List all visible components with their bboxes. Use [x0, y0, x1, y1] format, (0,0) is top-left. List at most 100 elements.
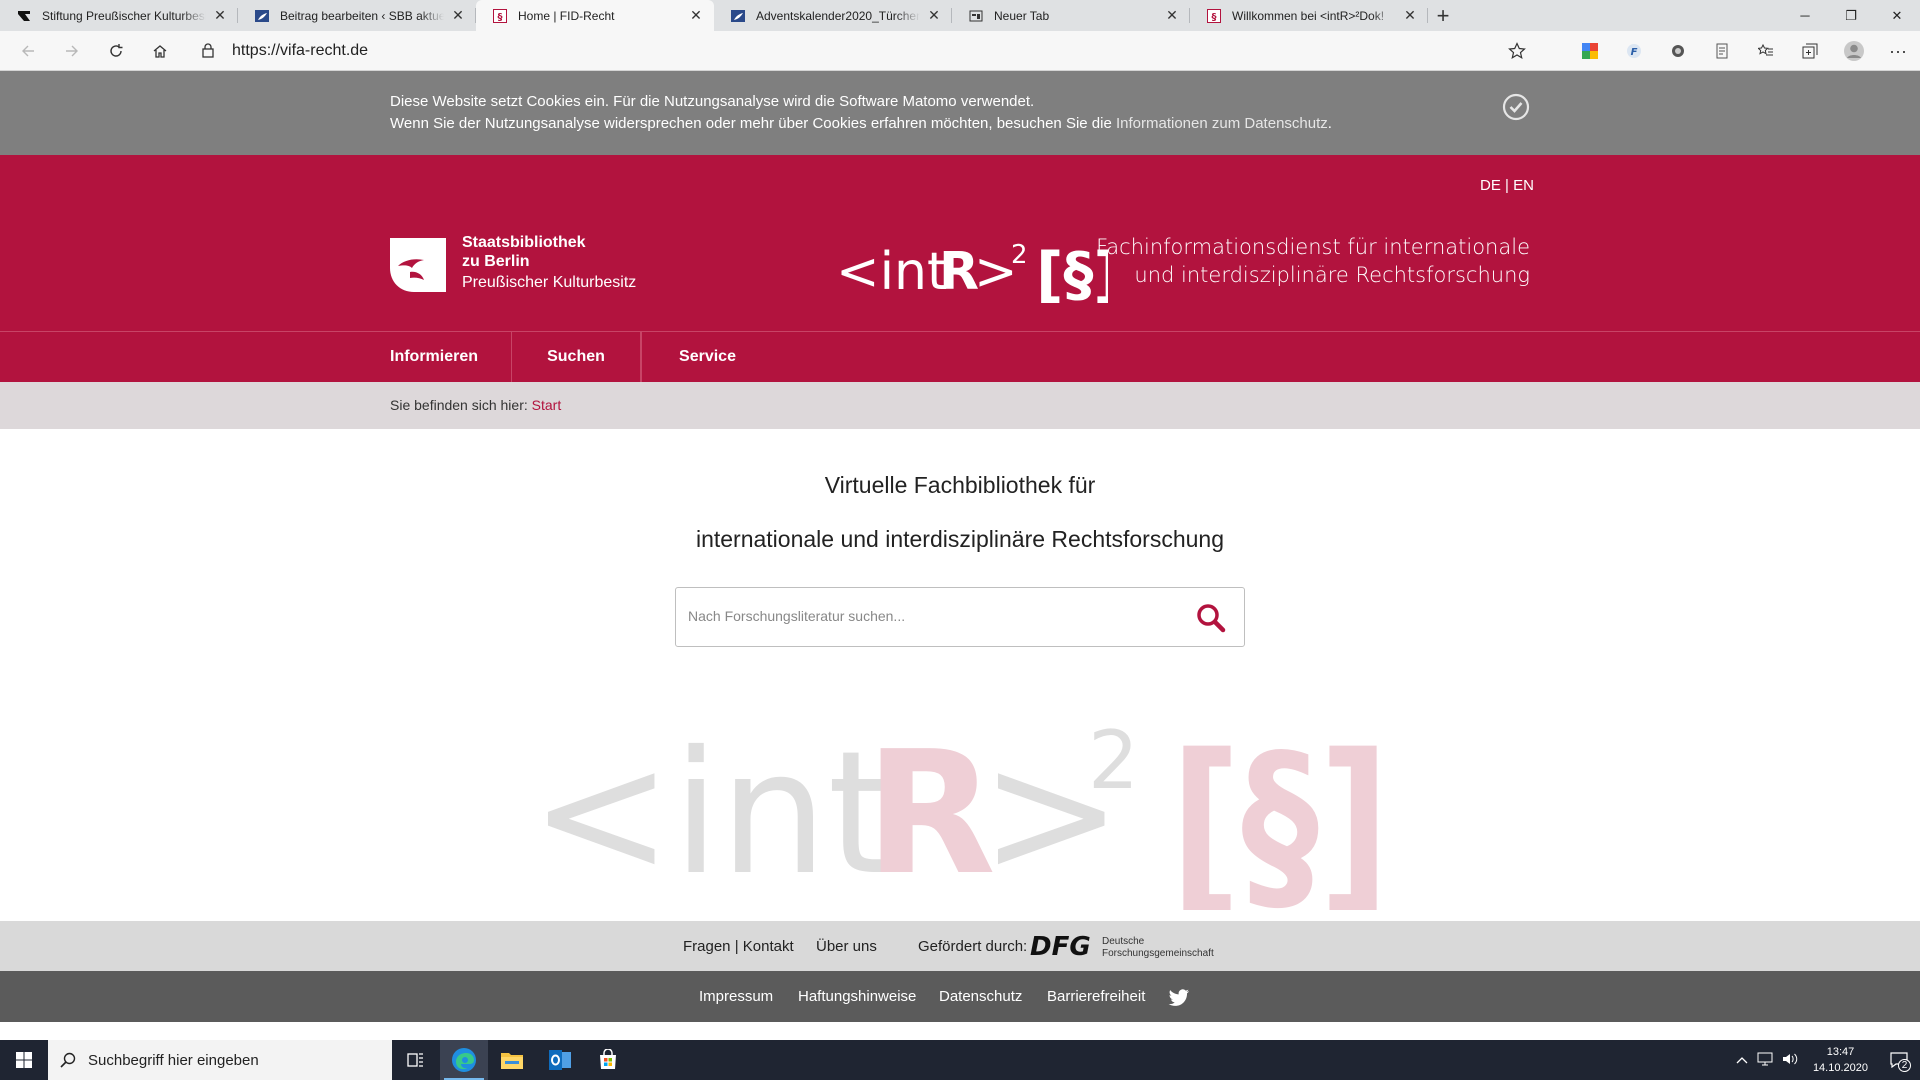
search-placeholder: Nach Forschungsliteratur suchen... [688, 608, 906, 624]
funded-label: Gefördert durch: [918, 938, 1028, 955]
twitter-icon[interactable] [1168, 989, 1190, 1007]
network-icon[interactable] [1753, 1052, 1777, 1069]
volume-icon[interactable] [1777, 1052, 1803, 1069]
newtab-favicon-icon [968, 8, 984, 24]
tab-title: Adventskalender2020_Türchen17 [756, 8, 920, 23]
url-field[interactable]: https://vifa-recht.de [232, 31, 368, 71]
close-tab-icon[interactable]: ✕ [1402, 7, 1418, 24]
close-window-icon[interactable]: ✕ [1874, 0, 1920, 31]
collections-icon[interactable] [1788, 31, 1832, 71]
tab-title: Beitrag bearbeiten ‹ SBB aktuell – WordP… [280, 8, 444, 23]
menu-item-service[interactable]: Service [641, 332, 773, 382]
browser-tab[interactable]: Stiftung Preußischer Kulturbesitz ✕ [0, 0, 238, 31]
extension-circle-icon[interactable] [1656, 31, 1700, 71]
svg-text:2: 2 [1088, 714, 1139, 807]
about-link[interactable]: Über uns [816, 938, 877, 955]
privacy-link[interactable]: Datenschutz [939, 988, 1022, 1005]
browser-tab[interactable]: Beitrag bearbeiten ‹ SBB aktuell – WordP… [238, 0, 476, 31]
impressum-link[interactable]: Impressum [699, 988, 773, 1005]
accessibility-link[interactable]: Barrierefreiheit [1047, 988, 1145, 1005]
sbb-favicon-icon [730, 8, 746, 24]
menu-item-informieren[interactable]: Informieren [390, 332, 512, 382]
browser-tab[interactable]: Neuer Tab ✕ [952, 0, 1190, 31]
windows-start-icon[interactable] [0, 1040, 48, 1080]
new-tab-button[interactable]: + [1428, 0, 1458, 31]
svg-text:F: F [1631, 47, 1638, 58]
file-explorer-icon[interactable] [488, 1040, 536, 1080]
tab-title: Willkommen bei <intR>²Dok! [1232, 8, 1385, 23]
page-title-line2: internationale und interdisziplinäre Rec… [695, 526, 1225, 552]
restore-icon[interactable]: ❐ [1828, 0, 1874, 31]
show-hidden-icons-icon[interactable] [1731, 1053, 1753, 1067]
breadcrumb: Sie befinden sich hier: Start [0, 382, 1920, 429]
reading-view-icon[interactable] [1700, 31, 1744, 71]
page-title-line1: Virtuelle Fachbibliothek für [824, 472, 1096, 498]
extensions-toolbar: F ··· [1568, 31, 1920, 71]
cookie-text-pre: Wenn Sie der Nutzungsanalyse widersprech… [390, 115, 1116, 132]
url-text: https://vifa-recht.de [232, 42, 369, 59]
close-tab-icon[interactable]: ✕ [926, 7, 942, 24]
breadcrumb-text: Sie befinden sich hier: Start [390, 397, 561, 413]
store-icon[interactable] [584, 1040, 632, 1080]
more-options-icon[interactable]: ··· [1876, 31, 1920, 71]
clock-date: 14.10.2020 [1812, 1062, 1868, 1074]
contact-link[interactable]: Fragen | Kontakt [683, 938, 794, 955]
breadcrumb-start-link[interactable]: Start [532, 397, 562, 413]
refresh-icon[interactable] [94, 31, 138, 71]
outlook-icon[interactable] [536, 1040, 584, 1080]
footer-links-bottom: Impressum Haftungshinweise Datenschutz B… [0, 971, 1920, 1022]
taskbar-search-input[interactable]: Suchbegriff hier eingeben [48, 1040, 392, 1080]
privacy-info-link[interactable]: Informationen zum Datenschutz [1116, 115, 1328, 132]
clock[interactable]: 13:47 14.10.2020 [1803, 1044, 1878, 1076]
language-switch[interactable]: DE | EN [1480, 177, 1534, 194]
tab-title: Neuer Tab [994, 8, 1050, 23]
liability-link[interactable]: Haftungshinweise [798, 988, 916, 1005]
browser-tab-active[interactable]: § Home | FID-Recht ✕ [476, 0, 714, 31]
minimize-icon[interactable]: ─ [1782, 0, 1828, 31]
sbb-eagle-logo-icon[interactable] [390, 236, 446, 292]
zotero-icon[interactable]: F [1612, 31, 1656, 71]
profile-avatar[interactable] [1832, 31, 1876, 71]
svg-text:§: § [498, 12, 503, 23]
close-tab-icon[interactable]: ✕ [450, 7, 466, 24]
back-icon[interactable] [6, 31, 50, 71]
browser-tab[interactable]: § Willkommen bei <intR>²Dok! ✕ [1190, 0, 1428, 31]
address-bar: https://vifa-recht.de F ··· [0, 31, 1920, 71]
cookie-text-line2: Wenn Sie der Nutzungsanalyse widersprech… [390, 113, 1332, 135]
close-tab-icon[interactable]: ✕ [688, 7, 704, 24]
breadcrumb-label: Sie befinden sich hier: [390, 397, 528, 413]
footer-links-top: Fragen | Kontakt Über uns Gefördert durc… [0, 921, 1920, 971]
tab-title: Home | FID-Recht [518, 8, 615, 23]
fid-title: Fachinformationsdienst für international… [1060, 233, 1530, 289]
google-translate-icon[interactable] [1568, 31, 1612, 71]
windows-taskbar: Suchbegriff hier eingeben 13:47 14.10.20… [0, 1040, 1920, 1080]
forward-icon[interactable] [50, 31, 94, 71]
fid-title-line1: Fachinformationsdienst für international… [1096, 235, 1530, 259]
close-tab-icon[interactable]: ✕ [1164, 7, 1180, 24]
dfg-logo-line2: Forschungsgemeinschaft [1102, 948, 1214, 959]
dfg-logo[interactable]: DFG Deutsche Forschungsgemeinschaft [1030, 932, 1220, 965]
home-icon[interactable] [138, 31, 182, 71]
taskbar-search-placeholder: Suchbegriff hier eingeben [88, 1051, 259, 1069]
close-tab-icon[interactable]: ✕ [212, 7, 228, 24]
cookie-text-line1: Diese Website setzt Cookies ein. Für die… [390, 93, 1035, 110]
lock-icon[interactable] [201, 42, 215, 63]
search-icon[interactable] [1196, 603, 1226, 633]
svg-text:R: R [865, 715, 996, 910]
cookie-text-post: . [1327, 115, 1332, 132]
sbb-favicon-icon [254, 8, 270, 24]
favorite-star-icon[interactable] [1508, 42, 1526, 65]
sbb-logo-text[interactable]: Staatsbibliothek zu Berlin Preußischer K… [462, 233, 636, 292]
dfg-logo-line1: Deutsche [1102, 936, 1145, 947]
edge-browser-icon[interactable] [440, 1040, 488, 1080]
menu-item-suchen[interactable]: Suchen [512, 332, 641, 382]
favorites-list-icon[interactable] [1744, 31, 1788, 71]
intr-favicon-icon: § [492, 8, 508, 24]
cookie-accept-check-icon[interactable] [1502, 93, 1530, 121]
browser-tab[interactable]: Adventskalender2020_Türchen17 ✕ [714, 0, 952, 31]
search-input[interactable]: Nach Forschungsliteratur suchen... [675, 587, 1245, 647]
notifications-icon[interactable]: 2 [1878, 1040, 1920, 1080]
dfg-logo-short: DFG [1030, 933, 1091, 961]
intr-watermark-logo: <int R > 2 [§] [530, 714, 1390, 910]
task-view-icon[interactable] [392, 1040, 440, 1080]
